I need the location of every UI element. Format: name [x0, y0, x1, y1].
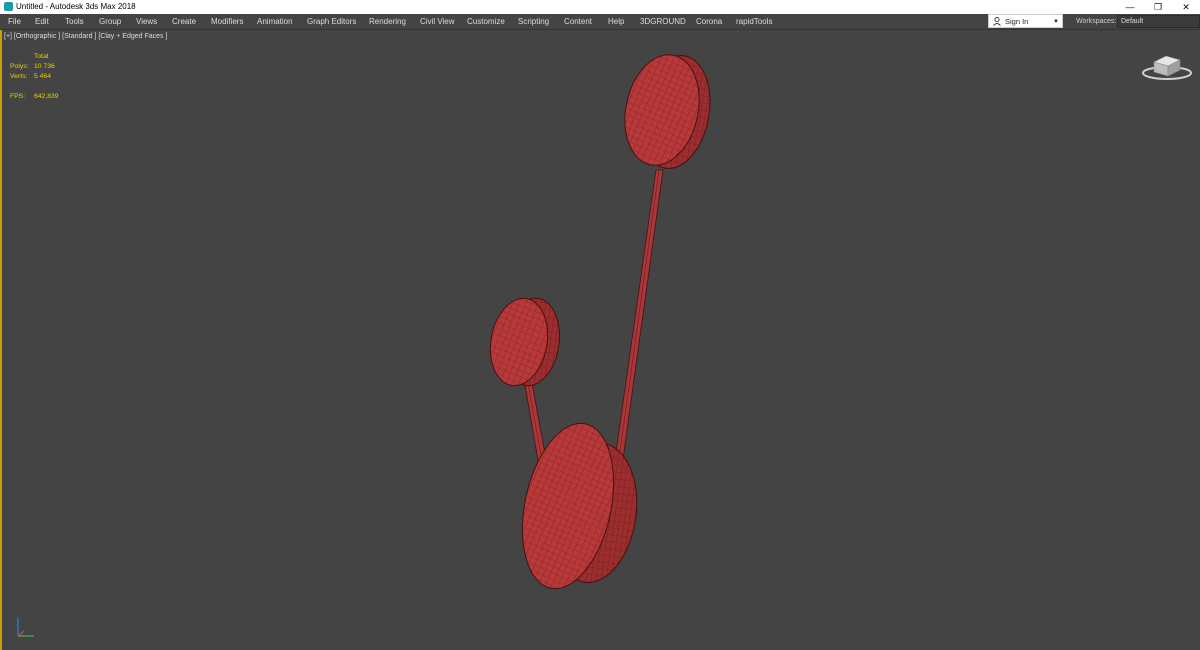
long-rod[interactable]	[609, 169, 664, 496]
scene-mesh[interactable]	[0, 0, 1200, 650]
viewcube-icon[interactable]	[1140, 46, 1192, 82]
top-disc[interactable]	[615, 48, 718, 174]
axis-tripod-icon	[17, 618, 34, 637]
middle-disc[interactable]	[484, 294, 565, 390]
